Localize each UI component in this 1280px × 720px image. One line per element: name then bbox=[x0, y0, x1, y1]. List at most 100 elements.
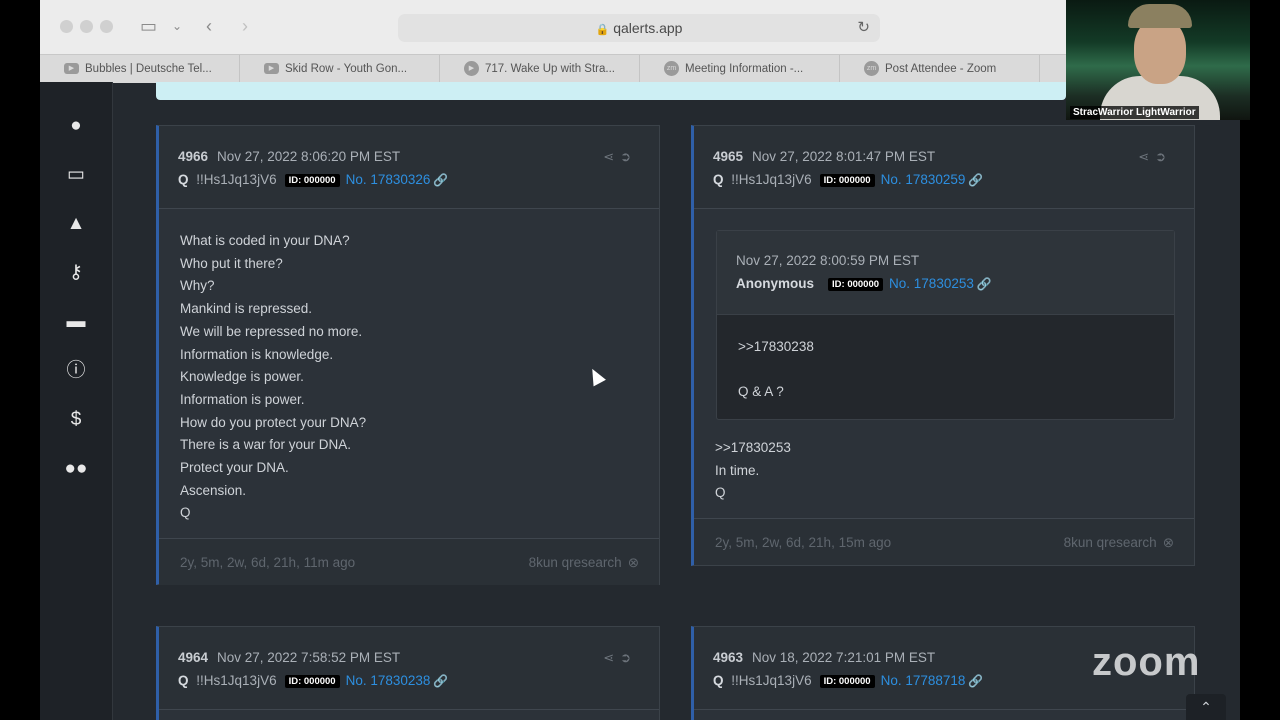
post-link[interactable]: No. 17830238 bbox=[346, 673, 431, 688]
tab-4[interactable]: zm Meeting Information -... bbox=[640, 55, 840, 83]
quoted-post-link[interactable]: No. 17830253 bbox=[889, 276, 974, 291]
desktop-icon[interactable]: ▭ bbox=[62, 161, 90, 189]
post-line: We will be repressed no more. bbox=[180, 323, 363, 339]
post-body: >>17830253 In time. Q bbox=[715, 437, 791, 505]
close-circle-icon[interactable]: ⊗ bbox=[628, 555, 639, 570]
tab-2[interactable]: ▶ Skid Row - Youth Gon... bbox=[240, 55, 440, 83]
browser-window: ▭ ⌄ ‹ › 🔒 qalerts.app ↻ ▶ Bubbles | Deutsc… bbox=[40, 0, 1240, 720]
post-line: Information is power. bbox=[180, 391, 305, 407]
sidebar-toggle-icon[interactable]: ▭ bbox=[140, 16, 157, 36]
source-label: 8kun qresearch bbox=[528, 555, 622, 570]
quoted-post-line: >>17830238 bbox=[738, 339, 814, 354]
author-name: Q bbox=[178, 172, 189, 187]
post-number: 4966 bbox=[178, 149, 209, 164]
arrow-right-circle-icon[interactable]: ➲ bbox=[620, 650, 637, 665]
tab-label: Bubbles | Deutsche Tel... bbox=[85, 63, 212, 75]
chevron-up-icon: ⌃ bbox=[1200, 699, 1212, 715]
post-header: 4965 Nov 27, 2022 8:01:47 PM EST ⋖➲ Q !!… bbox=[694, 126, 1194, 209]
post-line: How do you protect your DNA? bbox=[180, 414, 367, 430]
post-header: 4966 Nov 27, 2022 8:06:20 PM EST ⋖➲ Q !!… bbox=[159, 126, 659, 209]
maximize-window-button[interactable] bbox=[100, 20, 113, 33]
users-icon[interactable]: ●● bbox=[62, 455, 90, 483]
close-window-button[interactable] bbox=[60, 20, 73, 33]
bell-icon[interactable]: ▲ bbox=[62, 210, 90, 238]
post-link[interactable]: No. 17830259 bbox=[881, 172, 966, 187]
post-number: 4963 bbox=[713, 650, 744, 665]
sidebar: ● ▭ ▲ ⚷ ▬ ⓘ $ ●● bbox=[40, 82, 113, 720]
key-icon[interactable]: ⚷ bbox=[62, 259, 90, 287]
tab-label: Post Attendee - Zoom bbox=[885, 63, 997, 75]
post-author-line: Q !!Hs1Jq13jV6 ID: 000000 No. 17788718 🔗 bbox=[713, 673, 983, 688]
forward-arrow-icon[interactable]: › bbox=[242, 16, 248, 36]
author-name: Q bbox=[178, 673, 189, 688]
tab-label: 717. Wake Up with Stra... bbox=[485, 63, 615, 75]
post-card: 4966 Nov 27, 2022 8:06:20 PM EST ⋖➲ Q !!… bbox=[156, 125, 660, 585]
post-line: Who put it there? bbox=[180, 255, 283, 271]
id-badge: ID: 000000 bbox=[819, 675, 875, 688]
id-badge: ID: 000000 bbox=[828, 278, 884, 291]
post-line: Information is knowledge. bbox=[180, 346, 334, 362]
arrow-right-circle-icon[interactable]: ➲ bbox=[1155, 149, 1172, 164]
scroll-to-top-button[interactable]: ⌃ bbox=[1186, 694, 1226, 720]
post-link[interactable]: No. 17788718 bbox=[881, 673, 966, 688]
close-circle-icon[interactable]: ⊗ bbox=[1163, 535, 1174, 550]
share-icon[interactable]: ⋖ bbox=[603, 149, 620, 164]
share-icon[interactable]: ⋖ bbox=[603, 650, 620, 665]
post-author-line: Q !!Hs1Jq13jV6 ID: 000000 No. 17830326 🔗 bbox=[178, 172, 448, 187]
back-arrow-icon[interactable]: ‹ bbox=[206, 16, 212, 36]
reload-icon[interactable]: ↻ bbox=[857, 14, 870, 42]
post-number: 4964 bbox=[178, 650, 209, 665]
play-icon: ▶ bbox=[464, 61, 479, 77]
apple-icon[interactable]: ● bbox=[62, 112, 90, 140]
post-source[interactable]: 8kun qresearch ⊗ bbox=[1058, 535, 1174, 551]
post-card: 4964 Nov 27, 2022 7:58:52 PM EST ⋖➲ Q !!… bbox=[156, 626, 660, 720]
address-bar[interactable]: 🔒 qalerts.app ↻ bbox=[398, 14, 880, 42]
post-link[interactable]: No. 17830326 bbox=[346, 172, 431, 187]
zoom-logo: zoom bbox=[1092, 640, 1201, 684]
link-icon[interactable]: 🔗 bbox=[977, 277, 992, 291]
link-icon[interactable]: 🔗 bbox=[433, 173, 448, 187]
arrow-right-circle-icon[interactable]: ➲ bbox=[620, 149, 637, 164]
url-text: qalerts.app bbox=[613, 20, 683, 36]
tab-1[interactable]: ▶ Bubbles | Deutsche Tel... bbox=[40, 55, 240, 83]
post-date: Nov 27, 2022 7:58:52 PM EST bbox=[217, 650, 401, 665]
browser-titlebar: ▭ ⌄ ‹ › 🔒 qalerts.app ↻ bbox=[40, 0, 1066, 54]
share-icon[interactable]: ⋖ bbox=[1138, 149, 1155, 164]
post-line: What is coded in your DNA? bbox=[180, 233, 350, 248]
post-footer: 2y, 5m, 2w, 6d, 21h, 11m ago 8kun qresea… bbox=[159, 538, 659, 585]
tab-5[interactable]: zm Post Attendee - Zoom bbox=[840, 55, 1040, 83]
author-name: Q bbox=[713, 673, 724, 688]
post-date: Nov 27, 2022 8:01:47 PM EST bbox=[752, 149, 936, 164]
chevron-down-icon[interactable]: ⌄ bbox=[172, 16, 182, 36]
post-line: Q bbox=[715, 485, 726, 501]
tab-label: Meeting Information -... bbox=[685, 63, 804, 75]
tripcode: !!Hs1Jq13jV6 bbox=[196, 172, 277, 187]
zoom-icon: zm bbox=[864, 61, 879, 77]
webcam-overlay: StracWarrior LightWarrior bbox=[1066, 0, 1250, 120]
tab-label: Skid Row - Youth Gon... bbox=[285, 63, 408, 75]
post-line: Protect your DNA. bbox=[180, 460, 289, 476]
quoted-author-name: Anonymous bbox=[736, 276, 815, 291]
quoted-post-line: Q & A ? bbox=[738, 384, 784, 400]
money-icon[interactable]: $ bbox=[62, 406, 90, 434]
id-badge: ID: 000000 bbox=[819, 174, 875, 187]
post-line: Why? bbox=[180, 278, 215, 294]
minimize-window-button[interactable] bbox=[80, 20, 93, 33]
info-icon[interactable]: ⓘ bbox=[62, 357, 90, 385]
post-header: 4964 Nov 27, 2022 7:58:52 PM EST ⋖➲ Q !!… bbox=[159, 627, 659, 710]
post-line: In time. bbox=[715, 462, 760, 478]
webcam-person-cap bbox=[1128, 4, 1192, 28]
tripcode: !!Hs1Jq13jV6 bbox=[731, 673, 812, 688]
post-line: >>17830253 bbox=[715, 440, 791, 455]
link-icon[interactable]: 🔗 bbox=[968, 674, 983, 688]
toolbox-icon[interactable]: ▬ bbox=[62, 308, 90, 336]
link-icon[interactable]: 🔗 bbox=[433, 674, 448, 688]
post-age: 2y, 5m, 2w, 6d, 21h, 15m ago bbox=[715, 535, 892, 550]
tab-3[interactable]: ▶ 717. Wake Up with Stra... bbox=[440, 55, 640, 83]
post-footer: 2y, 5m, 2w, 6d, 21h, 15m ago 8kun qresea… bbox=[694, 518, 1194, 565]
link-icon[interactable]: 🔗 bbox=[968, 173, 983, 187]
post-source[interactable]: 8kun qresearch ⊗ bbox=[523, 555, 639, 571]
quoted-post-author-line: Anonymous ID: 000000 No. 17830253 🔗 bbox=[736, 276, 992, 291]
post-line: Knowledge is power. bbox=[180, 369, 304, 385]
youtube-icon: ▶ bbox=[64, 63, 79, 75]
